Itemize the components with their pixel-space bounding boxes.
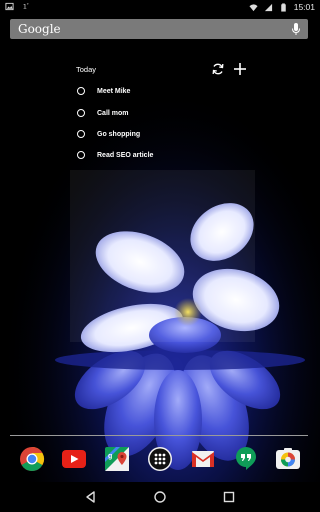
home-icon[interactable] xyxy=(153,490,167,504)
status-time: 15:01 xyxy=(293,2,315,12)
todo-item-label: Go shopping xyxy=(97,130,141,138)
todo-checkbox[interactable] xyxy=(77,87,85,95)
google-logo-text: Google xyxy=(18,22,61,36)
hangouts-icon[interactable] xyxy=(233,446,259,472)
battery-icon xyxy=(280,2,286,12)
todo-item-label: Read SEO article xyxy=(97,151,154,159)
dock: g xyxy=(0,442,320,476)
todo-checkbox[interactable] xyxy=(77,130,85,138)
dock-divider xyxy=(10,435,308,436)
gmail-icon[interactable] xyxy=(190,446,216,472)
todo-item[interactable]: Go shopping xyxy=(77,127,140,141)
app-drawer-icon[interactable] xyxy=(147,446,173,472)
wifi-icon xyxy=(249,3,258,11)
todo-item[interactable]: Read SEO article xyxy=(77,148,153,162)
chrome-icon[interactable] xyxy=(19,446,45,472)
todo-item[interactable]: Meet Mike xyxy=(77,84,130,98)
todo-checkbox[interactable] xyxy=(77,151,85,159)
add-icon[interactable] xyxy=(233,62,247,76)
google-search-bar[interactable]: Google xyxy=(10,19,308,39)
todo-widget: Today Meet Mike Call mom Go shopping Rea… xyxy=(70,60,255,170)
sync-icon: 1 ° xyxy=(23,3,29,11)
svg-text:°: ° xyxy=(27,3,29,9)
image-icon xyxy=(5,2,14,11)
signal-icon xyxy=(264,3,272,11)
status-bar: 1 ° 15:01 xyxy=(0,0,320,14)
maps-icon[interactable]: g xyxy=(104,446,130,472)
navigation-bar xyxy=(0,482,320,512)
refresh-icon[interactable] xyxy=(211,62,225,76)
todo-checkbox[interactable] xyxy=(77,109,85,117)
back-icon[interactable] xyxy=(84,490,98,504)
todo-title: Today xyxy=(76,65,97,74)
photos-icon[interactable] xyxy=(275,446,301,472)
todo-item-label: Meet Mike xyxy=(97,87,131,95)
mic-icon[interactable] xyxy=(291,22,301,36)
todo-item-label: Call mom xyxy=(97,109,129,117)
svg-text:g: g xyxy=(108,453,112,460)
youtube-icon[interactable] xyxy=(61,446,87,472)
recents-icon[interactable] xyxy=(222,490,236,504)
todo-item[interactable]: Call mom xyxy=(77,106,129,120)
